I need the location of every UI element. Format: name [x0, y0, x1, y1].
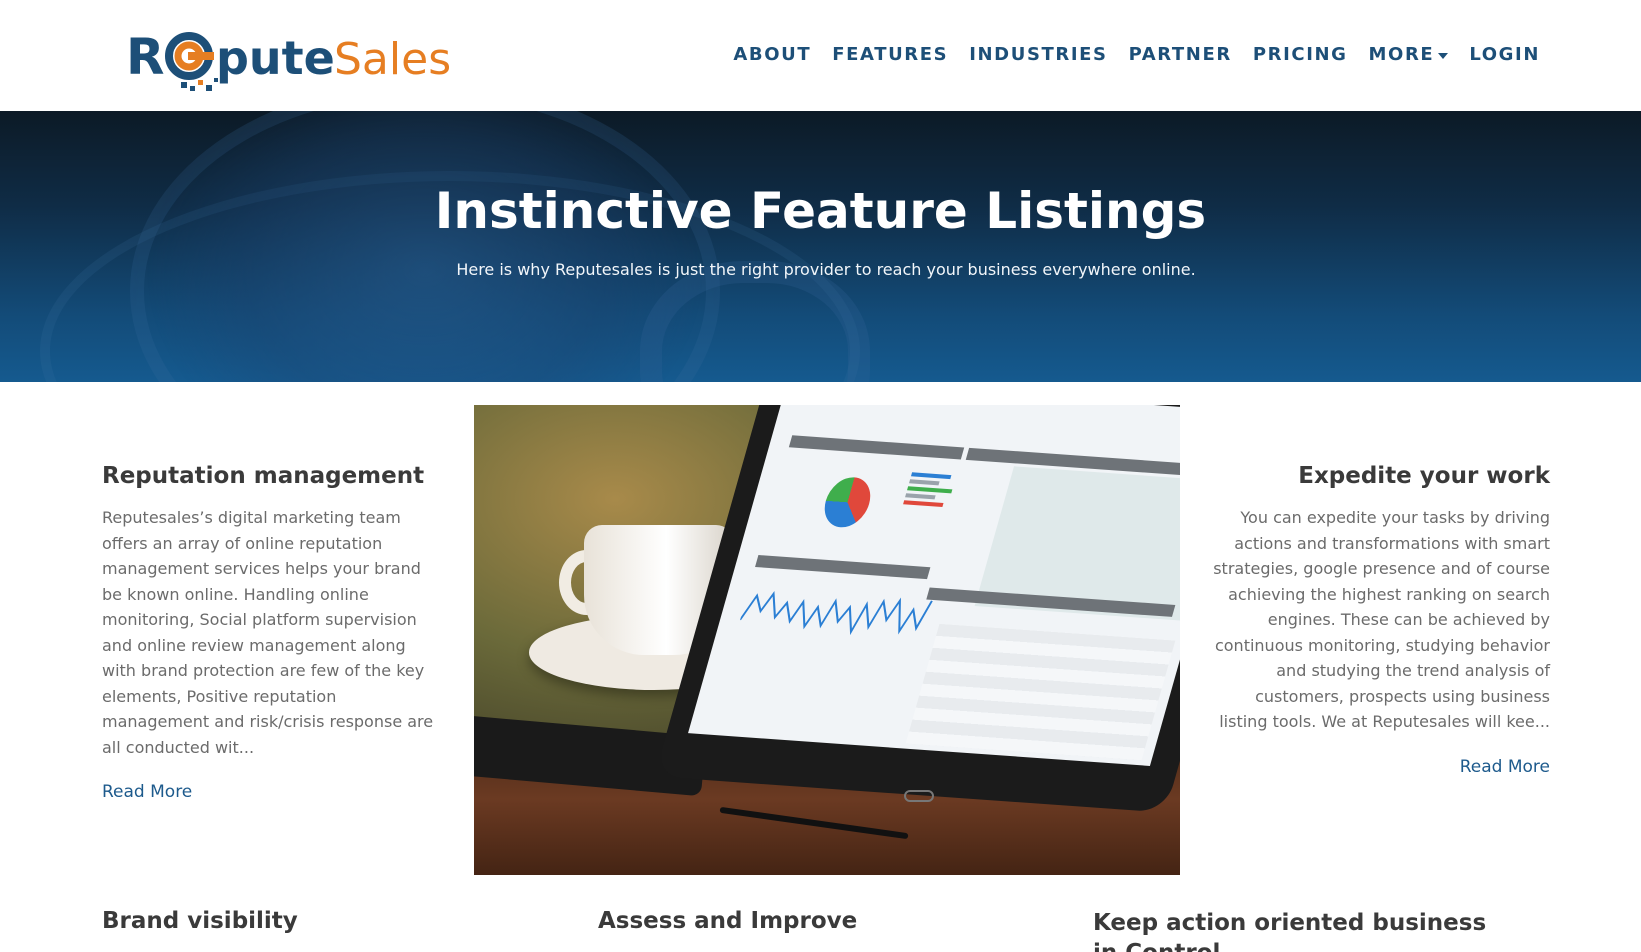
feature-text-reputation: Reputesales’s digital marketing team off…: [102, 508, 434, 757]
caret-down-icon: [1438, 52, 1449, 59]
nav-industries[interactable]: INDUSTRIES: [969, 44, 1107, 65]
hero-title: Instinctive Feature Listings: [434, 182, 1207, 240]
nav-partner-label: PARTNER: [1128, 44, 1232, 65]
screen-legend-graphic: [902, 469, 957, 510]
nav-about-label: ABOUT: [733, 44, 812, 65]
logo-word-sales: Sales: [334, 34, 451, 85]
feature-title-brand-visibility: Brand visibility: [102, 908, 298, 934]
site-header: R pute Sales ABOUT FEATURES INDUSTRIES P…: [0, 0, 1641, 111]
logo-word-pute: pute: [216, 31, 335, 85]
feature-title-assess-improve: Assess and Improve: [598, 908, 858, 934]
hero-background-cup: [130, 111, 720, 382]
feature-title-expedite: Expedite your work: [1298, 463, 1550, 489]
nav-more-label: MORE: [1368, 44, 1435, 65]
nav-pricing[interactable]: PRICING: [1253, 44, 1348, 65]
pie-chart-icon: [818, 475, 877, 529]
feature-title-action-oriented: Keep action oriented business in Control: [1093, 910, 1487, 952]
nav-login-label: LOGIN: [1469, 44, 1540, 65]
nav-more-dropdown[interactable]: MORE: [1369, 44, 1449, 65]
tablet-analytics-photo: [474, 405, 1180, 875]
screen-line-chart: [739, 591, 933, 636]
feature-title-reputation: Reputation management: [102, 463, 425, 489]
nav-features-label: FEATURES: [832, 44, 949, 65]
nav-features[interactable]: FEATURES: [832, 44, 948, 65]
main-nav: ABOUT FEATURES INDUSTRIES PARTNER PRICIN…: [733, 44, 1540, 65]
feature-text-expedite: You can expedite your tasks by driving a…: [1213, 508, 1550, 731]
read-more-reputation-link[interactable]: Read More: [102, 782, 192, 802]
reputesales-logo[interactable]: R pute Sales: [126, 20, 461, 100]
hero-banner: Instinctive Feature Listings Here is why…: [0, 111, 1641, 382]
nav-pricing-label: PRICING: [1252, 44, 1348, 65]
nav-about[interactable]: ABOUT: [733, 44, 811, 65]
nav-industries-label: INDUSTRIES: [969, 44, 1108, 65]
nav-login[interactable]: LOGIN: [1469, 44, 1540, 65]
hero-subtitle: Here is why Reputesales is just the righ…: [456, 260, 1196, 279]
read-more-expedite-link[interactable]: Read More: [1460, 757, 1550, 777]
tablet-home-button: [904, 790, 934, 802]
nav-partner[interactable]: PARTNER: [1129, 44, 1232, 65]
logo-letter-r: R: [126, 28, 165, 86]
screen-table: [905, 623, 1176, 761]
